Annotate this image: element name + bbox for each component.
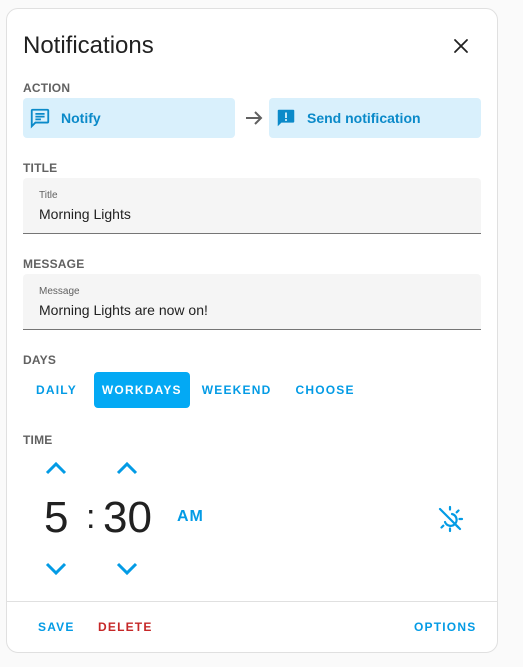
day-option-choose[interactable]: CHOOSE <box>284 372 367 408</box>
minute-value[interactable]: 30 <box>103 493 152 543</box>
action-target-label: Send notification <box>307 110 421 126</box>
notifications-dialog: Notifications ACTION Notify Send notific… <box>6 8 498 653</box>
sun-time-icon[interactable] <box>436 505 464 533</box>
options-button[interactable]: OPTIONS <box>414 620 476 634</box>
footer-divider <box>7 601 497 602</box>
dialog-title: Notifications <box>23 32 154 59</box>
title-field[interactable]: Title <box>23 178 481 234</box>
message-floating-label: Message <box>39 286 80 297</box>
alert-message-icon <box>277 109 295 127</box>
title-input[interactable] <box>39 206 459 222</box>
dialog-header: Notifications <box>23 31 481 61</box>
minute-decrement-icon[interactable] <box>113 559 141 579</box>
hour-decrement-icon[interactable] <box>42 559 70 579</box>
am-pm-toggle[interactable]: AM <box>177 508 204 526</box>
title-floating-label: Title <box>39 190 58 201</box>
close-button[interactable] <box>445 30 477 62</box>
message-section-label: MESSAGE <box>23 257 85 271</box>
arrow-right-icon <box>246 111 263 125</box>
day-option-daily[interactable]: DAILY <box>23 372 90 408</box>
days-selector: DAILY WORKDAYS WEEKEND CHOOSE <box>23 372 371 408</box>
hour-increment-icon[interactable] <box>42 458 70 478</box>
delete-button[interactable]: DELETE <box>98 620 153 634</box>
message-icon <box>30 108 50 129</box>
close-icon <box>454 39 468 53</box>
title-section-label: TITLE <box>23 161 58 175</box>
time-separator: : <box>86 498 96 536</box>
message-field[interactable]: Message <box>23 274 481 330</box>
hour-value[interactable]: 5 <box>44 493 68 543</box>
time-section-label: TIME <box>23 433 53 447</box>
save-button[interactable]: SAVE <box>38 620 75 634</box>
days-section-label: DAYS <box>23 353 57 367</box>
action-target-button[interactable]: Send notification <box>269 98 481 138</box>
message-input[interactable] <box>39 302 459 318</box>
minute-increment-icon[interactable] <box>113 458 141 478</box>
action-service-button[interactable]: Notify <box>23 98 235 138</box>
day-option-weekend[interactable]: WEEKEND <box>194 372 280 408</box>
day-option-workdays[interactable]: WORKDAYS <box>93 372 190 408</box>
action-service-label: Notify <box>61 110 101 126</box>
action-section-label: ACTION <box>23 81 71 95</box>
